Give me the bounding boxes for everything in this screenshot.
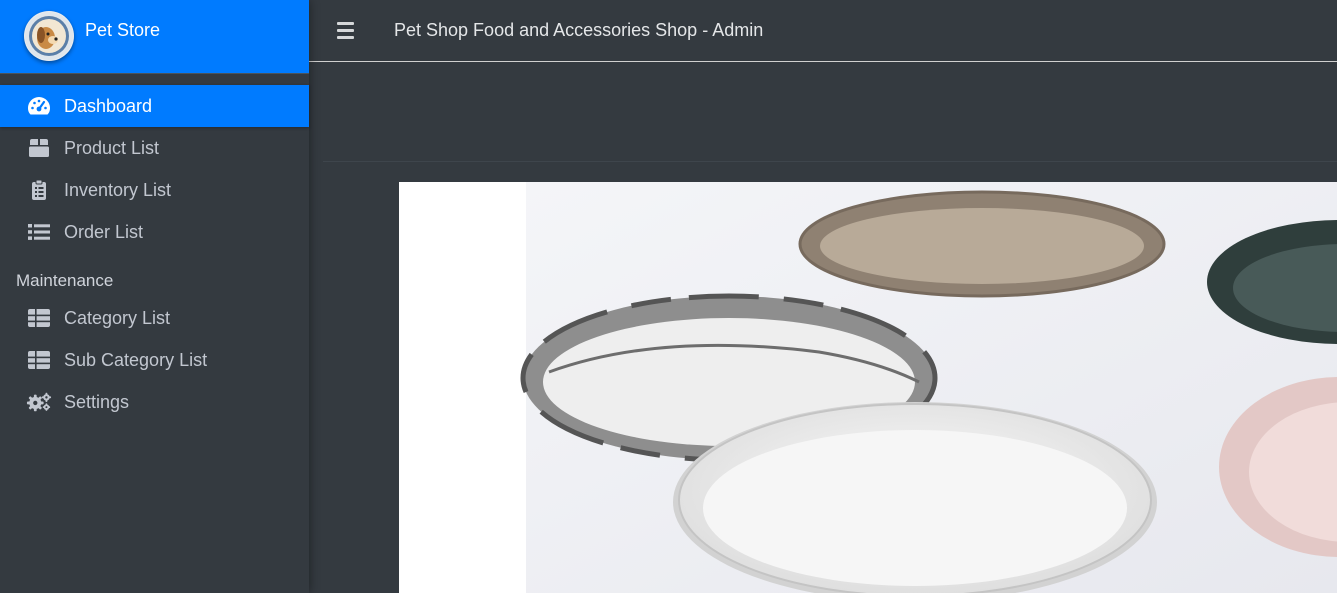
brand-logo <box>24 11 74 61</box>
sidebar-item-category-list[interactable]: Category List <box>0 297 309 339</box>
content-wrapper <box>309 62 1337 593</box>
sidebar-item-label: Dashboard <box>64 95 153 116</box>
table-icon <box>26 307 52 329</box>
sidebar-item-label: Settings <box>64 391 130 412</box>
sidebar-item-label: Category List <box>64 307 171 328</box>
sidebar-item-inventory-list[interactable]: Inventory List <box>0 169 309 211</box>
sidebar-item-settings[interactable]: Settings <box>0 381 309 423</box>
welcome-banner-image <box>399 182 1337 593</box>
sidebar-item-label: Order List <box>64 221 144 242</box>
list-icon <box>26 221 52 243</box>
sidebar-item-label: Sub Category List <box>64 349 208 370</box>
sidebar-section-header: Maintenance <box>16 271 114 290</box>
page-title: Pet Shop Food and Accessories Shop - Adm… <box>394 20 764 40</box>
main-sidebar: Pet Store Dashboard Product List Invento… <box>0 0 309 593</box>
top-navbar: Pet Shop Food and Accessories Shop - Adm… <box>309 0 1337 62</box>
cogs-icon <box>26 391 52 413</box>
sidebar-item-order-list[interactable]: Order List <box>0 211 309 253</box>
sidebar-item-product-list[interactable]: Product List <box>0 127 309 169</box>
table-icon <box>26 349 52 371</box>
clipboard-list-icon <box>26 179 52 201</box>
brand-link[interactable]: Pet Store <box>0 0 309 74</box>
sidebar-item-sub-category-list[interactable]: Sub Category List <box>0 339 309 381</box>
tachometer-icon <box>26 95 52 117</box>
sidebar-item-label: Inventory List <box>64 179 172 200</box>
brand-text: Pet Store <box>85 20 161 40</box>
sidebar-item-dashboard[interactable]: Dashboard <box>0 85 309 127</box>
content-header <box>323 62 1337 162</box>
box-icon <box>26 137 52 159</box>
sidebar-item-label: Product List <box>64 137 160 158</box>
sidebar-nav: Dashboard Product List Inventory List Or… <box>0 74 309 423</box>
hamburger-icon[interactable] <box>337 22 365 39</box>
